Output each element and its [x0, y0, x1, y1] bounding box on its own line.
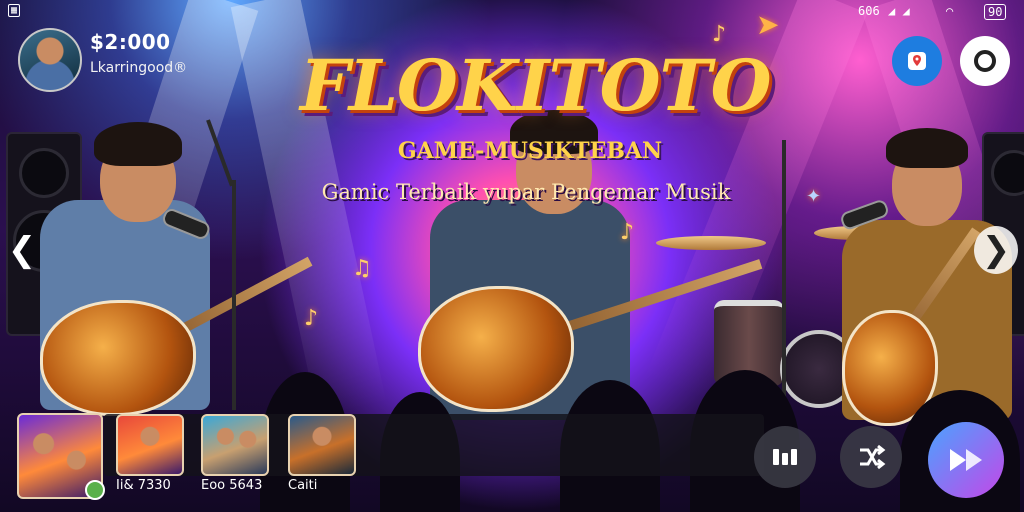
username: Lkarringood® [90, 60, 188, 76]
map-button[interactable] [892, 36, 942, 86]
battery-indicator: 90 [984, 4, 1007, 20]
game-tagline: Gamic Terbaik yupar Pengemar Musik [321, 180, 731, 204]
shuffle-icon [860, 444, 886, 470]
play-icon [950, 449, 982, 471]
balance: $2:000 [90, 30, 171, 54]
battery-level: 90 [988, 5, 1003, 19]
game-title: FLOKITOTO [300, 44, 772, 127]
shuffle-button[interactable] [840, 426, 902, 488]
game-label: Caiti [288, 478, 318, 493]
chevron-left-icon: ❮ [7, 230, 37, 270]
signal-icon: ◢ ◢ [888, 4, 910, 18]
game-screen: ♪ ♪ ♫ ♪ ♪ ➤ ✦ ▦ 606 ◢ ◢ ◠ 90 $2:000 Lkar… [0, 0, 1024, 512]
avatar[interactable] [18, 28, 82, 92]
pause-icon [773, 449, 797, 465]
play-button[interactable] [928, 422, 1004, 498]
music-note: ♪ [304, 306, 319, 331]
prev-arrow-button[interactable]: ❮ [0, 226, 44, 274]
guitar-body [418, 286, 574, 412]
musician-left [20, 110, 320, 416]
music-note: ♪ [620, 220, 635, 245]
game-thumbnail[interactable] [288, 414, 356, 476]
guitar-body [40, 300, 196, 416]
badge-icon [85, 480, 105, 500]
next-arrow-button[interactable]: ❯ [974, 226, 1018, 274]
chevron-right-icon: ❯ [981, 230, 1011, 270]
mic-stand [782, 140, 786, 410]
game-thumbnail[interactable] [201, 414, 269, 476]
sim-icon: ▦ [8, 4, 21, 17]
ring-icon [974, 50, 996, 72]
musician-hair [94, 122, 182, 166]
map-pin-icon [908, 52, 926, 70]
mic-stand [232, 180, 236, 410]
cymbal [656, 236, 766, 250]
music-note: ➤ [756, 8, 780, 41]
settings-button[interactable] [960, 36, 1010, 86]
pause-button[interactable] [754, 426, 816, 488]
music-note: ✦ [806, 186, 822, 207]
musician-hair [886, 128, 968, 168]
game-subtitle: GAME-MUSIKTEBAN [397, 138, 663, 164]
wifi-icon: ◠ [946, 4, 954, 18]
game-thumbnail[interactable] [116, 414, 184, 476]
game-label: Ii& 7330 [116, 478, 171, 493]
game-label: Eoo 5643 [201, 478, 263, 493]
music-note: ♫ [352, 256, 372, 281]
status-text: 606 [858, 4, 880, 18]
